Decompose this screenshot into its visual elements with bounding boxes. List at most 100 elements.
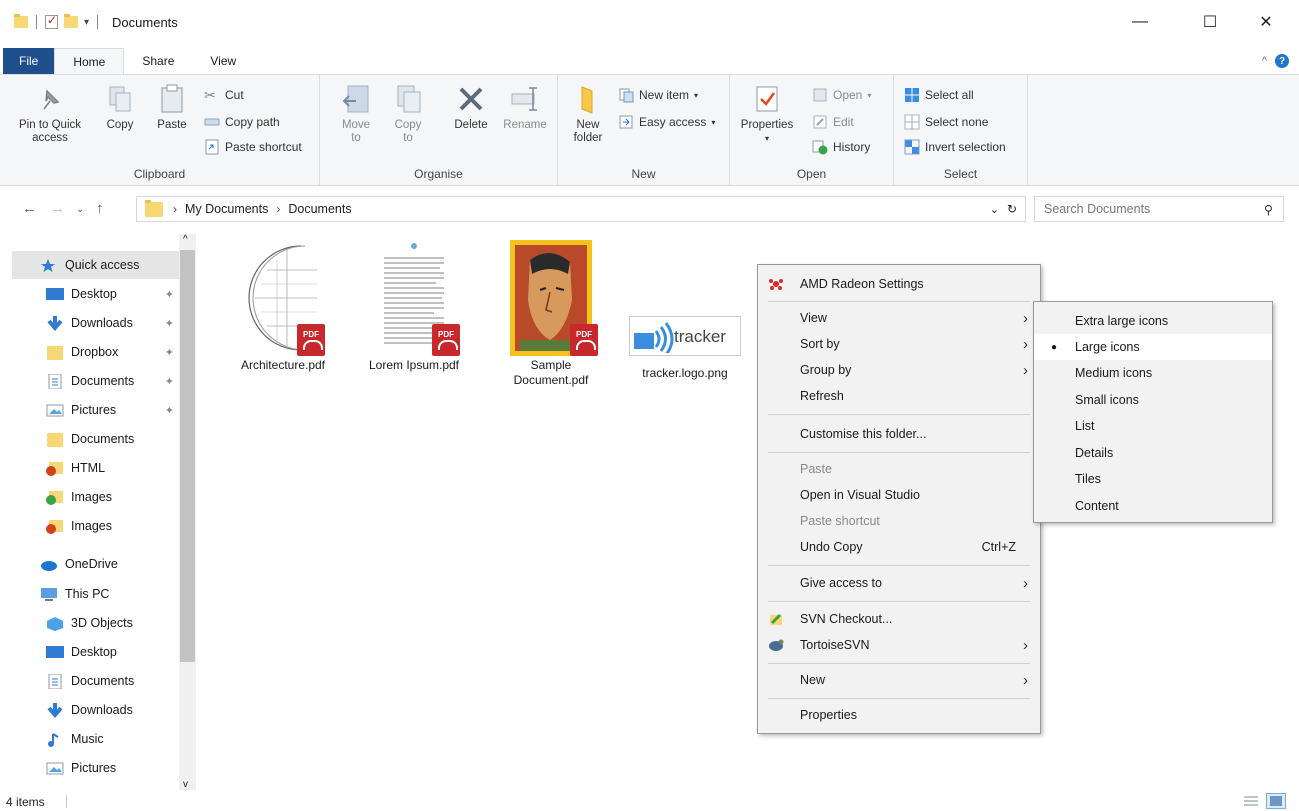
menu-item-undo-copy[interactable]: Undo Copy Ctrl+Z: [758, 534, 1040, 560]
pin-icon[interactable]: ✦: [165, 346, 174, 359]
rename-button[interactable]: Rename: [500, 83, 550, 132]
tab-view[interactable]: View: [192, 48, 254, 74]
search-input[interactable]: Search Documents ⚲: [1034, 196, 1284, 222]
menu-item-sort-by[interactable]: Sort by ›: [758, 331, 1040, 357]
address-dropdown-chevron-icon[interactable]: ⌄: [990, 203, 999, 216]
submenu-item-extra-large-icons[interactable]: Extra large icons: [1034, 308, 1272, 334]
new-folder-button[interactable]: New folder: [564, 83, 612, 145]
submenu-item-small-icons[interactable]: Small icons: [1034, 387, 1272, 413]
nav-pc-documents[interactable]: Documents: [12, 667, 180, 695]
copy-path-button[interactable]: Copy path: [204, 114, 280, 130]
paste-button[interactable]: Paste: [150, 83, 194, 132]
file-tracker-logo-png[interactable]: tracker tracker.logo.png: [624, 316, 746, 381]
nav-desktop[interactable]: Desktop ✦: [12, 280, 180, 308]
pin-icon[interactable]: ✦: [165, 317, 174, 330]
history-button[interactable]: History: [812, 139, 870, 155]
nav-pc-music[interactable]: Music: [12, 725, 180, 753]
nav-scrollbar[interactable]: ^ v: [179, 234, 196, 790]
quick-access-toolbar-dropdown-icon[interactable]: ▾: [84, 17, 89, 28]
scroll-down-icon[interactable]: v: [183, 779, 188, 790]
new-folder-quick-icon[interactable]: [64, 14, 78, 28]
collapse-ribbon-icon[interactable]: ^: [1262, 55, 1267, 67]
submenu-item-list[interactable]: List: [1034, 413, 1272, 439]
pin-to-quick-access-button[interactable]: Pin to Quick access: [4, 83, 96, 145]
open-button[interactable]: Open ▾: [812, 87, 871, 103]
menu-item-new[interactable]: New ›: [758, 667, 1040, 693]
easy-access-button[interactable]: Easy access ▾: [618, 114, 715, 130]
submenu-item-medium-icons[interactable]: Medium icons: [1034, 360, 1272, 386]
nav-pc-downloads[interactable]: Downloads: [12, 696, 180, 724]
menu-item-paste[interactable]: Paste: [758, 456, 1040, 482]
maximize-button[interactable]: ☐: [1187, 0, 1233, 44]
submenu-item-content[interactable]: Content: [1034, 493, 1272, 519]
menu-item-open-visual-studio[interactable]: Open in Visual Studio: [758, 482, 1040, 508]
pin-icon[interactable]: ✦: [165, 375, 174, 388]
select-all-button[interactable]: Select all: [904, 87, 974, 103]
submenu-item-tiles[interactable]: Tiles: [1034, 466, 1272, 492]
refresh-icon[interactable]: ↻: [1007, 202, 1017, 216]
close-button[interactable]: ✕: [1243, 0, 1289, 44]
nav-pc-pictures[interactable]: Pictures: [12, 754, 180, 782]
forward-arrow-icon[interactable]: →: [50, 200, 65, 217]
scrollbar-thumb[interactable]: [180, 250, 195, 662]
nav-onedrive[interactable]: OneDrive: [12, 550, 180, 578]
file-sample-document-pdf[interactable]: PDF Sample Document.pdf: [496, 240, 606, 388]
nav-pc-desktop[interactable]: Desktop: [12, 638, 180, 666]
select-none-button[interactable]: Select none: [904, 114, 988, 130]
minimize-button[interactable]: —: [1117, 0, 1163, 44]
tab-share[interactable]: Share: [124, 48, 192, 74]
invert-selection-button[interactable]: Invert selection: [904, 139, 1006, 155]
recent-locations-chevron-icon[interactable]: ⌄: [76, 204, 84, 215]
cut-button[interactable]: ✂ Cut: [204, 87, 244, 103]
breadcrumb-my-documents[interactable]: My Documents: [185, 202, 268, 216]
large-icons-view-toggle-icon[interactable]: [1266, 793, 1286, 809]
delete-button[interactable]: Delete: [446, 83, 496, 132]
up-arrow-icon[interactable]: ↑: [96, 200, 104, 217]
file-architecture-pdf[interactable]: PDF Architecture.pdf: [228, 240, 338, 373]
submenu-item-details[interactable]: Details: [1034, 440, 1272, 466]
file-lorem-ipsum-pdf[interactable]: PDF Lorem Ipsum.pdf: [358, 240, 470, 373]
properties-quick-icon[interactable]: [45, 13, 58, 29]
details-view-toggle-icon[interactable]: [1241, 793, 1261, 809]
nav-dropbox[interactable]: Dropbox ✦: [12, 338, 180, 366]
back-arrow-icon[interactable]: ←: [22, 200, 37, 217]
nav-this-pc[interactable]: This PC: [12, 580, 180, 608]
nav-documents-pinned[interactable]: Documents ✦: [12, 367, 180, 395]
pin-icon[interactable]: ✦: [165, 404, 174, 417]
nav-downloads[interactable]: Downloads ✦: [12, 309, 180, 337]
menu-item-customise-folder[interactable]: Customise this folder...: [758, 421, 1040, 447]
menu-item-give-access[interactable]: Give access to ›: [758, 570, 1040, 596]
edit-button[interactable]: Edit: [812, 114, 854, 130]
menu-item-properties[interactable]: Properties: [758, 702, 1040, 728]
menu-item-paste-shortcut[interactable]: Paste shortcut: [758, 508, 1040, 534]
breadcrumb-chevron-icon[interactable]: ›: [276, 202, 280, 216]
nav-documents-recent[interactable]: Documents: [12, 425, 180, 453]
tab-home[interactable]: Home: [54, 48, 125, 74]
copy-to-button[interactable]: Copy to: [386, 83, 430, 145]
address-bar[interactable]: › My Documents › Documents ⌄ ↻: [136, 196, 1026, 222]
nav-quick-access[interactable]: Quick access: [12, 251, 180, 279]
nav-pictures-pinned[interactable]: Pictures ✦: [12, 396, 180, 424]
submenu-item-large-icons[interactable]: ● Large icons: [1034, 334, 1272, 360]
help-icon[interactable]: ?: [1275, 54, 1289, 68]
new-item-button[interactable]: New item ▾: [618, 87, 698, 103]
nav-images-2[interactable]: Images: [12, 512, 180, 540]
menu-item-amd-radeon-settings[interactable]: AMD Radeon Settings: [758, 271, 1040, 297]
paste-shortcut-button[interactable]: Paste shortcut: [204, 139, 302, 155]
menu-item-view[interactable]: View ›: [758, 305, 1040, 331]
nav-3d-objects[interactable]: 3D Objects: [12, 609, 180, 637]
pin-icon[interactable]: ✦: [165, 288, 174, 301]
move-to-button[interactable]: Move to: [334, 83, 378, 145]
menu-item-tortoisesvn[interactable]: TortoiseSVN ›: [758, 632, 1040, 658]
copy-button[interactable]: Copy: [98, 83, 142, 132]
nav-images-1[interactable]: Images: [12, 483, 180, 511]
breadcrumb-chevron-icon[interactable]: ›: [173, 202, 177, 216]
properties-button[interactable]: Properties ▾: [738, 83, 796, 145]
nav-html[interactable]: HTML: [12, 454, 180, 482]
menu-item-svn-checkout[interactable]: SVN Checkout...: [758, 606, 1040, 632]
menu-item-refresh[interactable]: Refresh: [758, 383, 1040, 409]
menu-item-group-by[interactable]: Group by ›: [758, 357, 1040, 383]
scroll-up-icon[interactable]: ^: [183, 234, 188, 245]
breadcrumb-documents[interactable]: Documents: [288, 202, 351, 216]
search-icon[interactable]: ⚲: [1264, 202, 1273, 217]
